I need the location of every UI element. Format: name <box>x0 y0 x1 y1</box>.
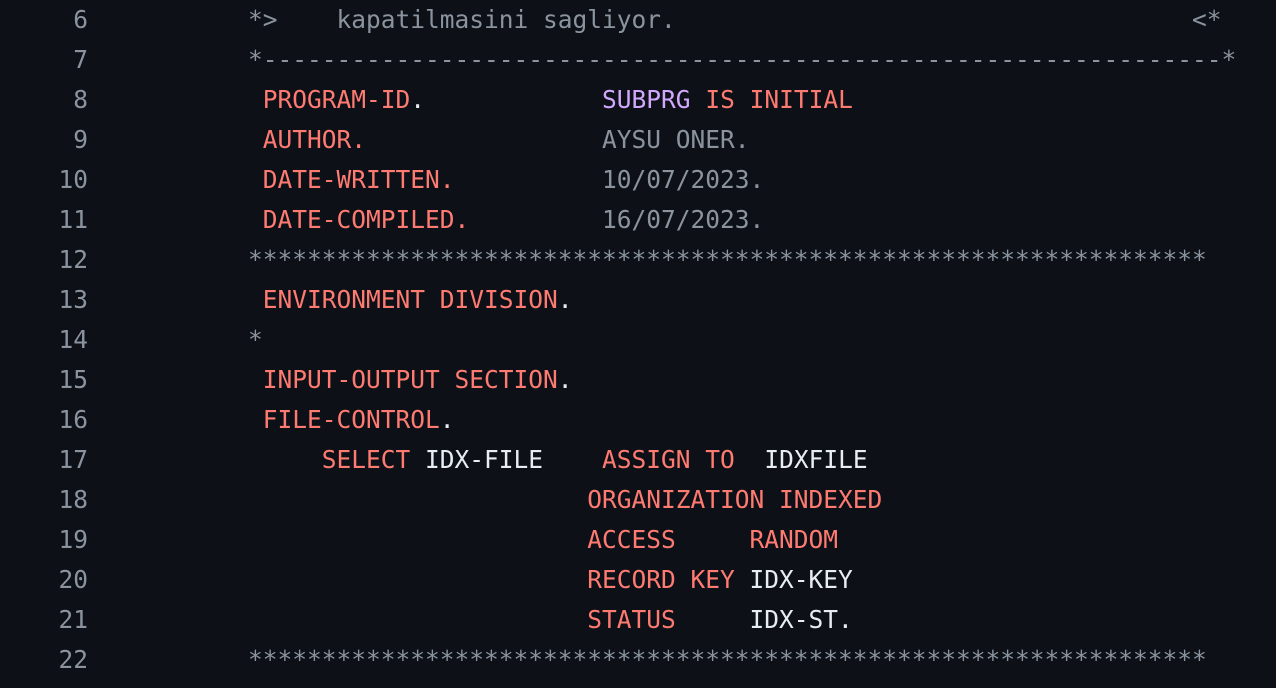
line-number: 13 <box>58 285 88 314</box>
code-token: PROGRAM-ID <box>262 85 411 114</box>
code-text: ****************************************… <box>248 240 1207 280</box>
code-line: 10 DATE-WRITTEN. 10/07/2023. <box>0 160 1276 200</box>
code-token: FILE-CONTROL <box>262 405 440 434</box>
code-line: 18 ORGANIZATION INDEXED <box>0 480 1276 520</box>
code-token: ****************************************… <box>248 245 1207 274</box>
code-text: RECORD KEY IDX-KEY <box>248 560 853 600</box>
code-line: 19 ACCESS RANDOM <box>0 520 1276 560</box>
code-text: ****************************************… <box>248 640 1207 680</box>
line-number: 12 <box>58 245 88 274</box>
code-line: 16 FILE-CONTROL. <box>0 400 1276 440</box>
code-line: 8 PROGRAM-ID. SUBPRG IS INITIAL <box>0 80 1276 120</box>
line-number: 20 <box>58 565 88 594</box>
code-token: IDX-KEY <box>734 565 853 594</box>
code-token: DATE-COMPILED. <box>262 205 470 234</box>
line-number: 11 <box>58 205 88 234</box>
code-line: 17 SELECT IDX-FILE ASSIGN TO IDXFILE <box>0 440 1276 480</box>
line-number: 16 <box>58 405 88 434</box>
code-token: SELECT <box>321 445 411 474</box>
line-number: 10 <box>58 165 88 194</box>
code-viewer[interactable]: 6 *> kapatilmasini sagliyor. <* 7 *--------… <box>0 0 1276 688</box>
code-line: 7 *--------------------------------------… <box>0 40 1276 80</box>
code-line: 15 INPUT-OUTPUT SECTION. <box>0 360 1276 400</box>
code-token: . <box>557 285 573 314</box>
line-number: 21 <box>58 605 88 634</box>
code-line: 21 STATUS IDX-ST. <box>0 600 1276 640</box>
code-line: 14 * <box>0 320 1276 360</box>
code-token: IDXFILE <box>734 445 868 474</box>
code-token: INPUT-OUTPUT SECTION <box>262 365 558 394</box>
line-number: 6 <box>73 5 88 34</box>
code-line: 13 ENVIRONMENT DIVISION. <box>0 280 1276 320</box>
code-text: ORGANIZATION INDEXED <box>248 480 882 520</box>
code-text: DATE-WRITTEN. 10/07/2023. <box>248 160 765 200</box>
code-token: 16/07/2023. <box>602 205 765 234</box>
code-token: IS INITIAL <box>705 85 853 114</box>
code-token: 10/07/2023. <box>602 165 765 194</box>
code-line: 9 AUTHOR. AYSU ONER. <box>0 120 1276 160</box>
code-token: ACCESS RANDOM <box>587 525 839 554</box>
code-token: SUBPRG <box>602 85 691 114</box>
code-token: . <box>439 405 455 434</box>
code-text: ACCESS RANDOM <box>248 520 838 560</box>
code-line: 11 DATE-COMPILED. 16/07/2023. <box>0 200 1276 240</box>
code-token: IDX-ST. <box>675 605 853 634</box>
line-number: 18 <box>58 485 88 514</box>
line-number: 17 <box>58 445 88 474</box>
line-number: 22 <box>58 645 88 674</box>
code-token: ****************************************… <box>248 645 1207 674</box>
code-text: AUTHOR. AYSU ONER. <box>248 120 750 160</box>
code-token: . <box>410 85 603 114</box>
code-token: ENVIRONMENT DIVISION <box>262 285 558 314</box>
code-text: STATUS IDX-ST. <box>248 600 853 640</box>
code-text: * <box>248 320 263 360</box>
line-number: 15 <box>58 365 88 394</box>
code-token: DATE-WRITTEN. <box>262 165 455 194</box>
code-token: AYSU ONER. <box>602 125 750 154</box>
code-text: *> kapatilmasini sagliyor. <* <box>248 0 1222 40</box>
code-token: ASSIGN TO <box>602 445 735 474</box>
code-token: * <box>248 325 263 354</box>
code-text: *---------------------------------------… <box>248 40 1236 80</box>
code-token: RECORD KEY <box>587 565 735 594</box>
code-text: ENVIRONMENT DIVISION. <box>248 280 573 320</box>
code-token: *---------------------------------------… <box>248 45 1237 74</box>
code-token: . <box>557 365 573 394</box>
code-token: STATUS <box>587 605 676 634</box>
line-number: 9 <box>73 125 88 154</box>
line-number: 8 <box>73 85 88 114</box>
line-number: 19 <box>58 525 88 554</box>
code-text: INPUT-OUTPUT SECTION. <box>248 360 573 400</box>
code-line: 22 **************************************… <box>0 640 1276 680</box>
code-token: IDX-FILE <box>410 445 603 474</box>
code-line: 20 RECORD KEY IDX-KEY <box>0 560 1276 600</box>
code-line: 6 *> kapatilmasini sagliyor. <* <box>0 0 1276 40</box>
line-number: 14 <box>58 325 88 354</box>
code-text: DATE-COMPILED. 16/07/2023. <box>248 200 765 240</box>
code-line: 12 **************************************… <box>0 240 1276 280</box>
code-text: FILE-CONTROL. <box>248 400 455 440</box>
code-token: *> kapatilmasini sagliyor. <* <box>248 5 1222 34</box>
code-token: ORGANIZATION INDEXED <box>587 485 883 514</box>
code-token: AUTHOR. <box>262 125 367 154</box>
code-text: SELECT IDX-FILE ASSIGN TO IDXFILE <box>248 440 868 480</box>
code-text: PROGRAM-ID. SUBPRG IS INITIAL <box>248 80 853 120</box>
line-number: 7 <box>73 45 88 74</box>
